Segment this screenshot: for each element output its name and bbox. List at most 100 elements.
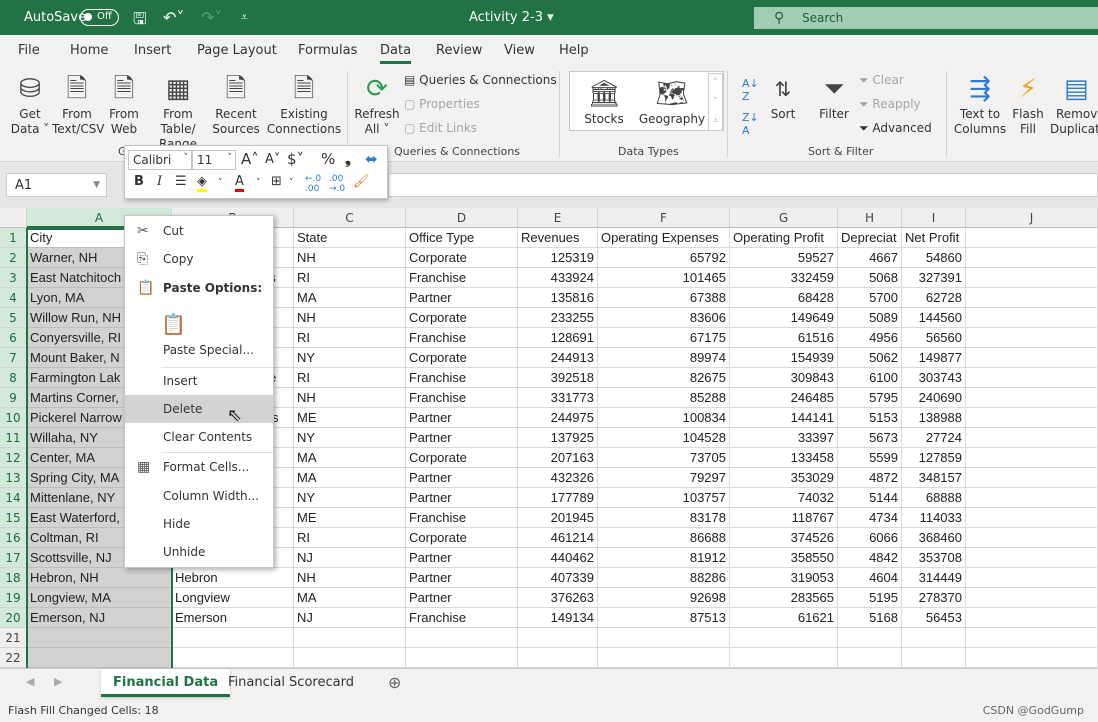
cell[interactable]: NH: [294, 388, 406, 408]
cell[interactable]: [966, 248, 1098, 268]
cell[interactable]: Partner: [406, 468, 518, 488]
cell[interactable]: 101465: [598, 268, 730, 288]
cell[interactable]: 128691: [518, 328, 598, 348]
cell[interactable]: [966, 488, 1098, 508]
cell[interactable]: 5673: [838, 428, 902, 448]
row-header[interactable]: 8: [0, 368, 27, 388]
cell[interactable]: 74032: [730, 488, 838, 508]
cell[interactable]: 5062: [838, 348, 902, 368]
cell[interactable]: 353029: [730, 468, 838, 488]
cell[interactable]: [966, 608, 1098, 628]
cell[interactable]: 283565: [730, 588, 838, 608]
column-header-g[interactable]: G: [730, 208, 838, 228]
cell[interactable]: [966, 388, 1098, 408]
row-header[interactable]: 10: [0, 408, 27, 428]
cell[interactable]: 177789: [518, 488, 598, 508]
merge-center-icon[interactable]: ⬌: [365, 150, 378, 168]
cell[interactable]: Hebron, NH: [27, 568, 172, 588]
cell[interactable]: 62728: [902, 288, 966, 308]
row-header[interactable]: 5: [0, 308, 27, 328]
cell[interactable]: 149134: [518, 608, 598, 628]
currency-icon[interactable]: $˅: [287, 150, 304, 168]
row-header[interactable]: 21: [0, 628, 27, 648]
cell[interactable]: [966, 408, 1098, 428]
formula-input[interactable]: [388, 173, 1098, 197]
cell[interactable]: NH: [294, 308, 406, 328]
cell[interactable]: MA: [294, 288, 406, 308]
cell[interactable]: [966, 528, 1098, 548]
cell[interactable]: 207163: [518, 448, 598, 468]
cell[interactable]: RI: [294, 268, 406, 288]
cell[interactable]: [966, 268, 1098, 288]
cell[interactable]: Corporate: [406, 448, 518, 468]
menu-item-clear-contents[interactable]: Clear Contents: [125, 423, 273, 451]
cell[interactable]: Franchise: [406, 508, 518, 528]
cell[interactable]: 6066: [838, 528, 902, 548]
row-header[interactable]: 1: [0, 228, 27, 248]
document-title[interactable]: Activity 2-3 ▾: [469, 10, 554, 25]
recent-sources-button[interactable]: 🗎 Recent Sources: [212, 71, 260, 137]
cell[interactable]: [406, 648, 518, 668]
row-header[interactable]: 9: [0, 388, 27, 408]
cell[interactable]: 138988: [902, 408, 966, 428]
decrease-font-icon[interactable]: A˅: [265, 152, 280, 167]
cell[interactable]: 83178: [598, 508, 730, 528]
autosave-toggle[interactable]: Off: [80, 9, 119, 26]
cell[interactable]: 376263: [518, 588, 598, 608]
percent-icon[interactable]: %: [321, 150, 335, 168]
properties-button[interactable]: ▢ Properties: [404, 97, 480, 111]
row-header[interactable]: 19: [0, 588, 27, 608]
cell[interactable]: Partner: [406, 288, 518, 308]
cell[interactable]: 56453: [902, 608, 966, 628]
remove-duplicates-button[interactable]: ▤RemoveDuplicate: [1050, 71, 1098, 137]
cell[interactable]: 103757: [598, 488, 730, 508]
cell[interactable]: Partner: [406, 488, 518, 508]
cell[interactable]: Revenues: [518, 228, 598, 248]
advanced-filter-button[interactable]: ⏷ Advanced: [859, 121, 932, 136]
cell[interactable]: 5599: [838, 448, 902, 468]
cell[interactable]: Hebron: [172, 568, 294, 588]
menu-item-column-width[interactable]: Column Width...: [125, 482, 273, 510]
reapply-button[interactable]: ⏷ Reapply: [859, 97, 921, 112]
cell[interactable]: 68428: [730, 288, 838, 308]
sort-button[interactable]: ⇅ Sort: [764, 71, 802, 122]
cell[interactable]: [966, 348, 1098, 368]
cell[interactable]: NY: [294, 428, 406, 448]
cell[interactable]: NY: [294, 348, 406, 368]
redo-icon[interactable]: ↷˅: [201, 8, 222, 27]
tab-file[interactable]: File: [18, 43, 40, 58]
cell[interactable]: 88286: [598, 568, 730, 588]
cell[interactable]: [966, 508, 1098, 528]
menu-item-paste-special[interactable]: Paste Special...: [125, 336, 273, 364]
cell[interactable]: Franchise: [406, 268, 518, 288]
row-header[interactable]: 15: [0, 508, 27, 528]
row-header[interactable]: 12: [0, 448, 27, 468]
cell[interactable]: 73705: [598, 448, 730, 468]
cell[interactable]: 244913: [518, 348, 598, 368]
cell[interactable]: 5700: [838, 288, 902, 308]
from-text-csv-button[interactable]: 🗎 From Text/CSV: [52, 71, 105, 137]
cell[interactable]: 125319: [518, 248, 598, 268]
cell[interactable]: 332459: [730, 268, 838, 288]
tab-view[interactable]: View: [504, 43, 535, 58]
stocks-button[interactable]: 🏛 Stocks: [576, 76, 632, 127]
cell[interactable]: NH: [294, 568, 406, 588]
cell[interactable]: [27, 648, 172, 668]
cell[interactable]: 348157: [902, 468, 966, 488]
cell[interactable]: 327391: [902, 268, 966, 288]
cell[interactable]: Corporate: [406, 248, 518, 268]
clear-filter-button[interactable]: ⏷ Clear: [859, 73, 904, 88]
cell[interactable]: ME: [294, 508, 406, 528]
save-icon[interactable]: 🖫: [133, 8, 147, 35]
cell[interactable]: 6100: [838, 368, 902, 388]
cell[interactable]: 100834: [598, 408, 730, 428]
tab-home[interactable]: Home: [70, 43, 108, 58]
menu-item-insert[interactable]: Insert: [125, 367, 273, 395]
cell[interactable]: 392518: [518, 368, 598, 388]
cell[interactable]: MA: [294, 588, 406, 608]
cell[interactable]: 135816: [518, 288, 598, 308]
decrease-decimal-icon[interactable]: .00 →.0: [329, 174, 345, 194]
cell[interactable]: [518, 628, 598, 648]
column-header-i[interactable]: I: [902, 208, 966, 228]
menu-item-copy[interactable]: ⎘ Copy: [125, 245, 273, 273]
